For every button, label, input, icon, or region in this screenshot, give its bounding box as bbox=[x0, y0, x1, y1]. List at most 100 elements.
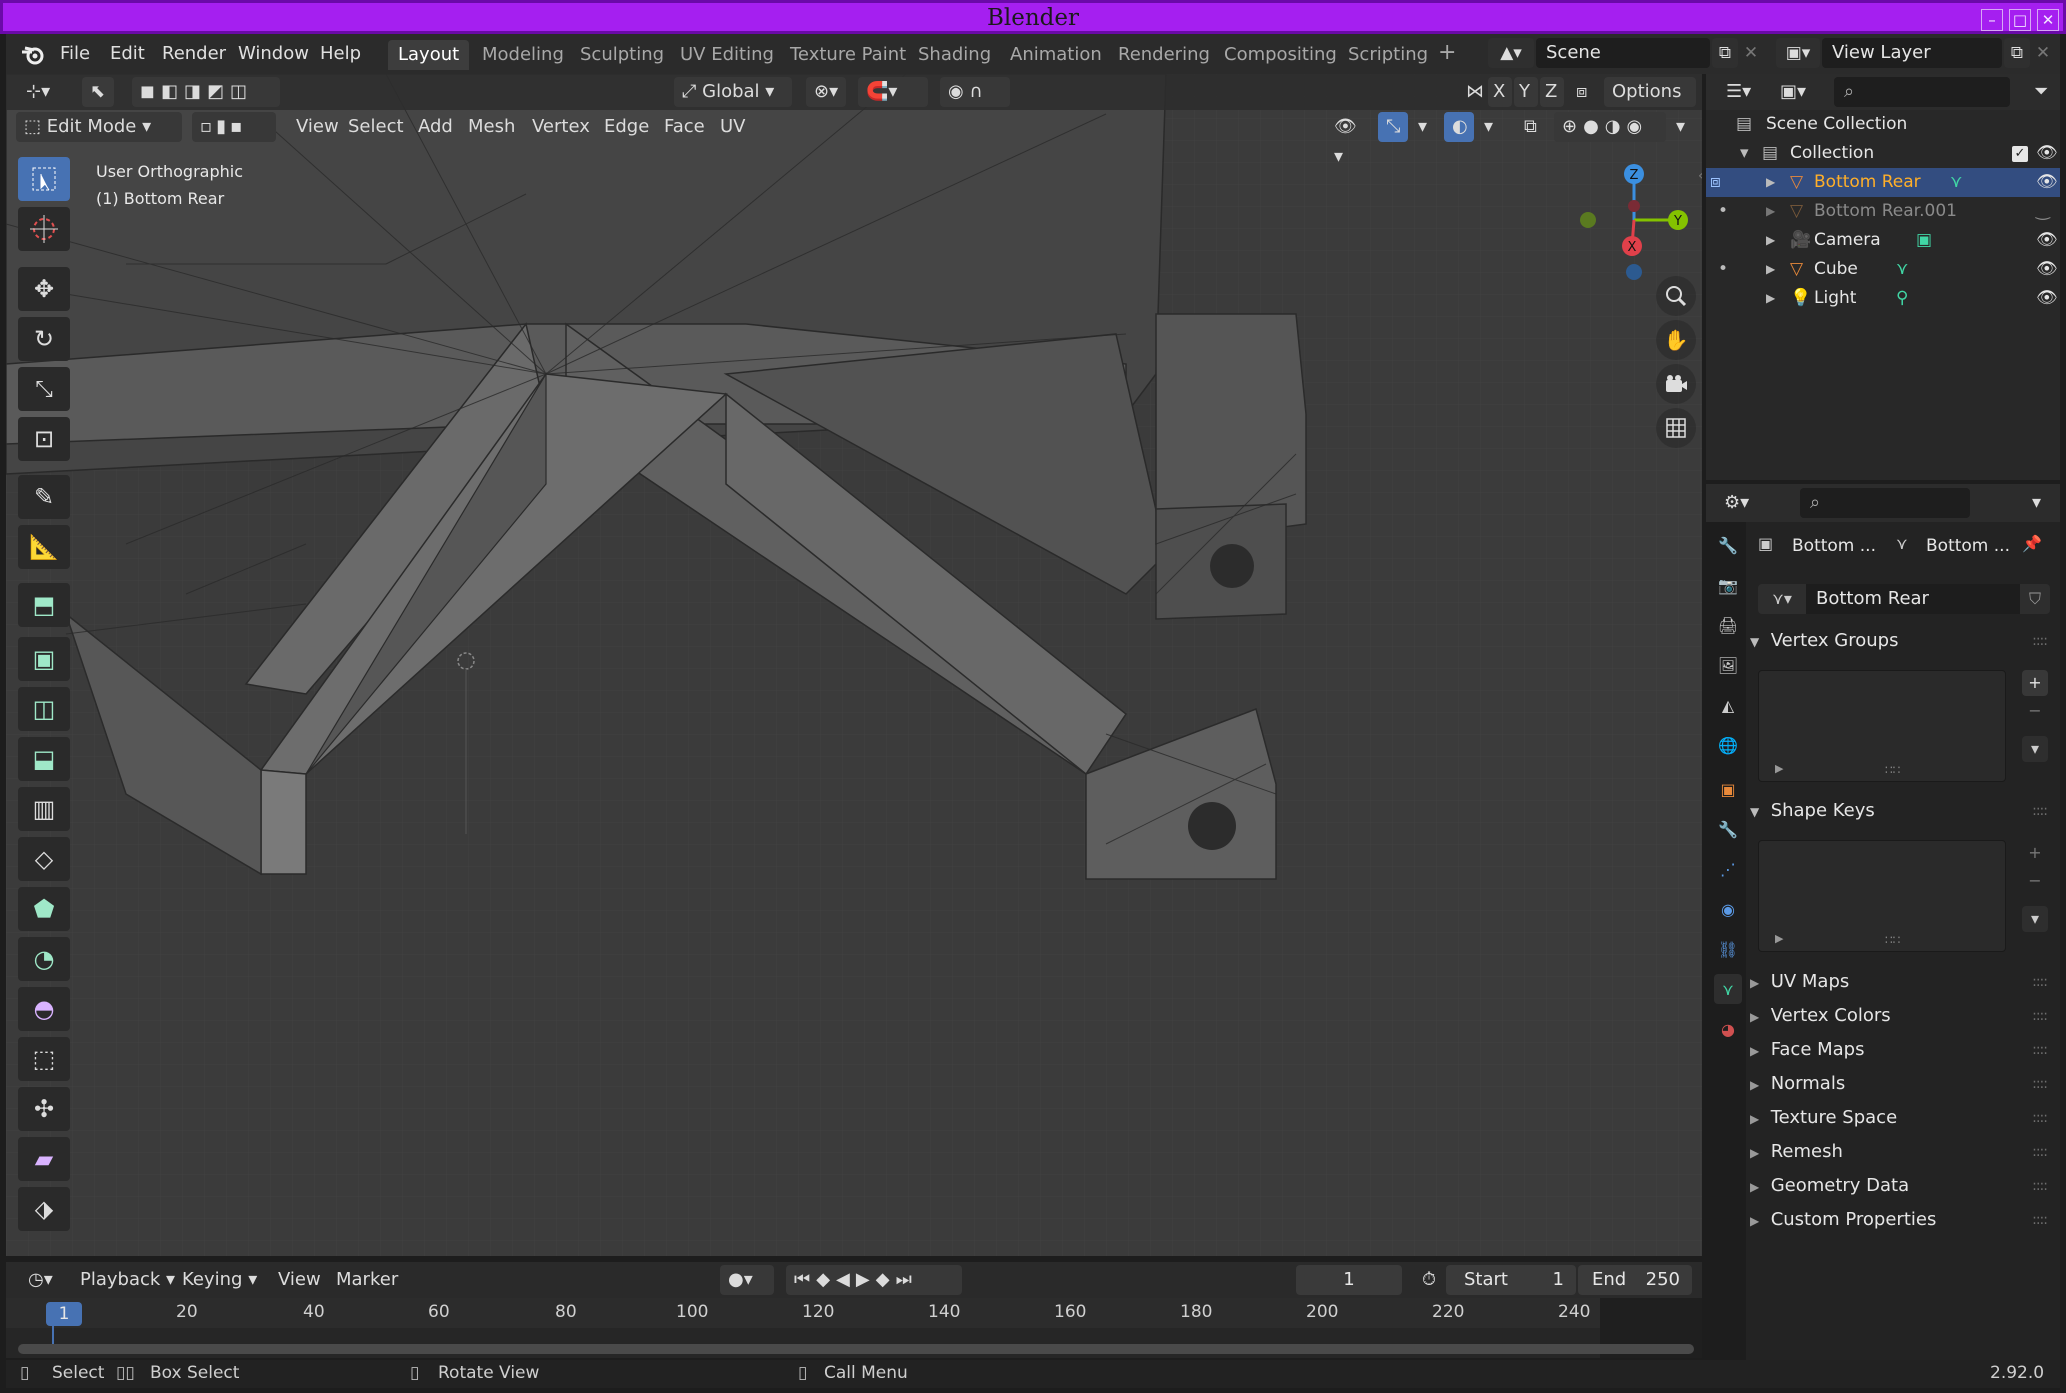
filter-icon[interactable]: ⏷ bbox=[2026, 77, 2054, 107]
visibility-eye-icon[interactable]: 👁 bbox=[2036, 255, 2058, 284]
gizmo-dropdown-icon[interactable]: ▾ bbox=[1410, 112, 1432, 142]
3d-viewport[interactable]: Z Y X ✋ ‹ bbox=[6, 74, 1702, 1256]
transform-orientation-dropdown[interactable]: ⤢ Global ▾ bbox=[674, 77, 792, 107]
visibility-eye-icon[interactable]: 👁 bbox=[2036, 284, 2058, 313]
shading-dropdown-icon[interactable]: ▾ bbox=[1668, 112, 1690, 142]
tab-texture-paint[interactable]: Texture Paint bbox=[780, 40, 916, 70]
timeline-menu-view[interactable]: View bbox=[270, 1265, 329, 1295]
display-mode-icon[interactable]: ▣▾ bbox=[1772, 77, 1816, 107]
options-dropdown[interactable]: Options ▾ bbox=[1604, 77, 1696, 132]
gizmo-toggle-icon[interactable]: ⤡ bbox=[1378, 112, 1408, 142]
end-frame-field[interactable]: End 250 bbox=[1578, 1265, 1692, 1295]
preview-range-icon[interactable]: ⏱ bbox=[1414, 1265, 1444, 1295]
snap-toggle-icon[interactable]: 🧲▾ bbox=[858, 77, 928, 107]
add-vertex-group-icon[interactable]: + bbox=[2022, 670, 2048, 696]
tab-animation[interactable]: Animation bbox=[1000, 40, 1112, 70]
tab-rendering[interactable]: Rendering bbox=[1108, 40, 1220, 70]
close-window-icon[interactable]: ✕ bbox=[2037, 9, 2059, 31]
expand-arrow-icon[interactable]: ▶ bbox=[1766, 197, 1775, 226]
vertex-group-specials-icon[interactable]: ▾ bbox=[2022, 736, 2048, 762]
tab-layout[interactable]: Layout bbox=[388, 40, 470, 70]
vertex-groups-panel-header[interactable]: ▼ Vertex Groups:::: bbox=[1750, 626, 2055, 656]
tab-scripting[interactable]: Scripting bbox=[1338, 40, 1438, 70]
menu-add[interactable]: Add bbox=[410, 112, 461, 142]
vertex-groups-list[interactable]: ▶ ∷∷ bbox=[1758, 670, 2006, 782]
visibility-eye-icon[interactable]: 👁 bbox=[2036, 226, 2058, 255]
new-view-layer-icon[interactable]: ⧉ bbox=[2004, 38, 2030, 68]
overlay-dropdown-icon[interactable]: ▾ bbox=[1476, 112, 1498, 142]
expand-arrow-icon[interactable]: ▾ bbox=[1740, 139, 1749, 168]
menu-render[interactable]: Render bbox=[154, 40, 234, 67]
timeline-menu-marker[interactable]: Marker bbox=[328, 1265, 406, 1295]
add-shape-key-icon[interactable]: + bbox=[2022, 840, 2048, 866]
menu-uv[interactable]: UV bbox=[712, 112, 754, 142]
tab-sculpting[interactable]: Sculpting bbox=[570, 40, 674, 70]
delete-scene-icon[interactable]: ✕ bbox=[1740, 38, 1762, 68]
smooth-tool-icon[interactable]: ◓ bbox=[18, 987, 70, 1031]
auto-merge-icon[interactable]: ⧈ bbox=[1568, 77, 1596, 107]
list-resize-grip-icon[interactable]: ∷∷ bbox=[1885, 933, 1900, 947]
poly-build-tool-icon[interactable]: ⬟ bbox=[18, 887, 70, 931]
move-tool-icon[interactable]: ✥ bbox=[18, 267, 70, 311]
world-tab-icon[interactable]: 🌐 bbox=[1714, 730, 1742, 760]
menu-vertex[interactable]: Vertex bbox=[524, 112, 598, 142]
mode-dropdown[interactable]: ⬚ Edit Mode ▾ bbox=[16, 112, 182, 142]
physics-tab-icon[interactable]: ◉ bbox=[1714, 894, 1742, 924]
remove-shape-key-icon[interactable]: − bbox=[2022, 868, 2048, 894]
playback-dropdown[interactable]: Playback ▾ bbox=[72, 1265, 183, 1295]
menu-edit[interactable]: Edit bbox=[102, 40, 153, 67]
visibility-icon[interactable]: 👁▾ bbox=[1326, 112, 1370, 167]
shrink-fatten-tool-icon[interactable]: ✣ bbox=[18, 1087, 70, 1131]
expand-arrow-icon[interactable]: ▶ bbox=[1766, 226, 1775, 255]
particles-tab-icon[interactable]: ⋰ bbox=[1714, 854, 1742, 884]
vertex-colors-panel-header[interactable]: ▶ Vertex Colors:::: bbox=[1750, 1001, 2055, 1031]
mirror-x-toggle[interactable]: X bbox=[1488, 77, 1512, 107]
custom-properties-panel-header[interactable]: ▶ Custom Properties:::: bbox=[1750, 1205, 2055, 1235]
properties-search-input[interactable]: ⌕ bbox=[1800, 488, 1970, 518]
measure-tool-icon[interactable]: 📐 bbox=[18, 525, 70, 569]
blender-logo-icon[interactable] bbox=[20, 42, 46, 66]
select-mode-buttons[interactable]: ▫▮▪ bbox=[192, 112, 276, 142]
add-workspace-icon[interactable]: + bbox=[1430, 40, 1464, 70]
minimize-icon[interactable]: – bbox=[1981, 9, 2003, 31]
visibility-eye-icon[interactable]: 👁 bbox=[2036, 168, 2058, 197]
mirror-y-toggle[interactable]: Y bbox=[1514, 77, 1538, 107]
texture-space-panel-header[interactable]: ▶ Texture Space:::: bbox=[1750, 1103, 2055, 1133]
view-layer-name-field[interactable]: View Layer bbox=[1822, 38, 2002, 68]
proportional-edit-icon[interactable]: ◉ ∩ bbox=[940, 77, 1010, 107]
shading-mode-buttons[interactable]: ⊕●◑◉ bbox=[1554, 112, 1666, 142]
dot-indicator-icon[interactable]: • bbox=[1718, 255, 1728, 284]
loop-cut-tool-icon[interactable]: ▥ bbox=[18, 787, 70, 831]
properties-editor-type-icon[interactable]: ⚙▾ bbox=[1716, 488, 1760, 518]
mirror-icon[interactable]: ⋈ bbox=[1458, 77, 1486, 107]
timeline-area[interactable]: 1 20 40 60 80 100 120 140 160 180 200 22… bbox=[6, 1298, 1702, 1358]
fake-user-shield-icon[interactable]: ⛉ bbox=[2020, 584, 2050, 614]
outliner-row-bottom-rear[interactable]: ⧈ ▶ ▽ Bottom Rear ⋎ 👁 bbox=[1706, 168, 2060, 197]
annotate-tool-icon[interactable]: ✎ bbox=[18, 475, 70, 519]
dot-indicator-icon[interactable]: • bbox=[1718, 197, 1728, 226]
tab-uv-editing[interactable]: UV Editing bbox=[670, 40, 784, 70]
xray-icon[interactable]: ⧉ bbox=[1516, 112, 1546, 142]
menu-select[interactable]: Select bbox=[340, 112, 412, 142]
bevel-tool-icon[interactable]: ⬓ bbox=[18, 737, 70, 781]
current-frame-field[interactable]: 1 bbox=[1296, 1265, 1402, 1295]
rotate-tool-icon[interactable]: ↻ bbox=[18, 317, 70, 361]
object-tab-icon[interactable]: ▣ bbox=[1714, 774, 1742, 804]
timeline-scrollbar[interactable] bbox=[18, 1344, 1694, 1354]
shear-tool-icon[interactable]: ▰ bbox=[18, 1137, 70, 1181]
extrude-tool-icon[interactable]: ▣ bbox=[18, 637, 70, 681]
material-tab-icon[interactable]: ◕ bbox=[1714, 1014, 1742, 1044]
select-box-tool-icon[interactable] bbox=[18, 157, 70, 201]
navigation-gizmo[interactable]: Z Y X bbox=[1566, 162, 1702, 282]
modifier-tab-icon[interactable]: 🔧 bbox=[1714, 814, 1742, 844]
camera-view-icon[interactable] bbox=[1656, 364, 1696, 404]
transform-tool-icon[interactable]: ⊡ bbox=[18, 417, 70, 461]
shape-keys-list[interactable]: ▶ ∷∷ bbox=[1758, 840, 2006, 952]
cursor-tool-icon[interactable] bbox=[18, 207, 70, 251]
remove-vertex-group-icon[interactable]: − bbox=[2022, 698, 2048, 724]
outliner-editor-type-icon[interactable]: ☰▾ bbox=[1718, 77, 1762, 107]
outliner-row-collection[interactable]: ▾ ▤ Collection ✓ 👁 bbox=[1706, 139, 2060, 168]
exclude-checkbox[interactable]: ✓ bbox=[2012, 146, 2028, 162]
ortho-grid-icon[interactable] bbox=[1656, 408, 1696, 448]
tab-compositing[interactable]: Compositing bbox=[1214, 40, 1347, 70]
